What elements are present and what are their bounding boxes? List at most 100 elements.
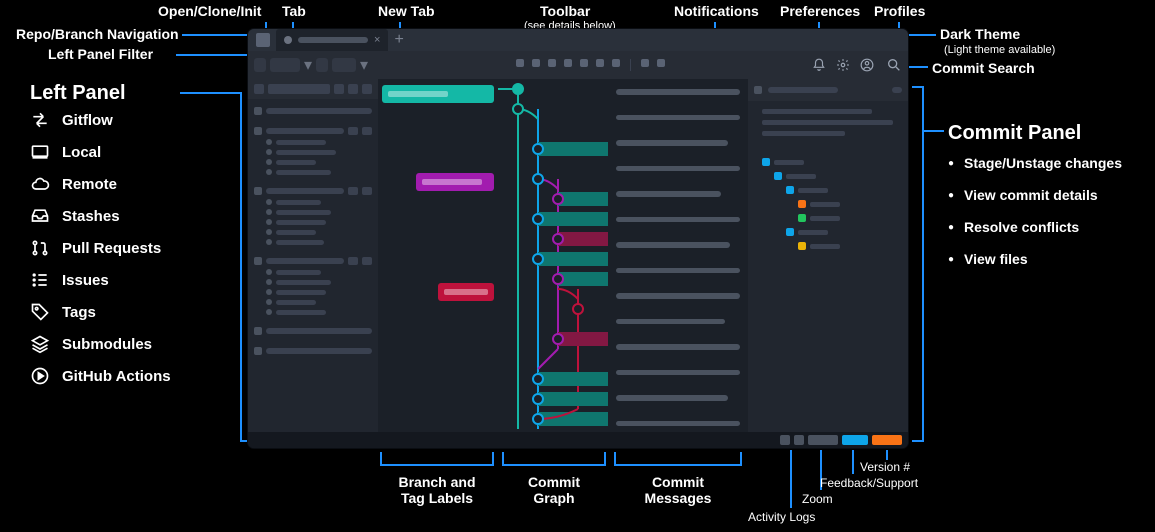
activity-log-button[interactable]	[780, 435, 790, 445]
commit-message-row[interactable]	[616, 89, 740, 95]
toolbar-button[interactable]	[657, 59, 665, 67]
branch-label[interactable]	[382, 85, 494, 103]
commit-graph-column	[498, 79, 608, 432]
commit-panel	[748, 79, 908, 432]
commit-message-row[interactable]	[616, 242, 730, 248]
feedback-button[interactable]	[842, 435, 868, 445]
commit-message-row[interactable]	[616, 293, 740, 299]
lp-section-head[interactable]	[254, 257, 372, 265]
commit-messages-column	[608, 79, 748, 432]
lp-section-head[interactable]	[254, 127, 372, 135]
commit-graph-svg	[498, 79, 608, 439]
version-badge[interactable]	[872, 435, 902, 445]
lp-item[interactable]	[266, 239, 372, 245]
legend-label: Pull Requests	[62, 240, 161, 257]
commit-message-row[interactable]	[616, 395, 728, 401]
gear-icon[interactable]	[836, 58, 850, 72]
bracket-commit-graph	[502, 452, 606, 466]
lp-section-head[interactable]	[254, 327, 372, 335]
commit-message-row[interactable]	[616, 344, 740, 350]
zoom-control[interactable]	[808, 435, 838, 445]
cp-item: Stage/Unstage changes	[948, 155, 1122, 171]
lp-item[interactable]	[266, 159, 372, 165]
branch-label[interactable]	[416, 173, 494, 191]
toolbar-button[interactable]	[548, 59, 556, 67]
leader	[924, 130, 944, 132]
file-tree-row[interactable]	[798, 214, 900, 222]
left-panel-filter[interactable]	[248, 79, 378, 99]
play-circle-icon	[30, 366, 50, 386]
commit-message-row[interactable]	[616, 319, 725, 325]
ann-commit-panel-heading: Commit Panel	[948, 122, 1081, 145]
toolbar-button[interactable]	[564, 59, 572, 67]
commit-message-row[interactable]	[616, 191, 721, 197]
bell-icon[interactable]	[812, 58, 826, 72]
commit-message-row[interactable]	[616, 115, 740, 121]
lp-item[interactable]	[266, 169, 372, 175]
activity-log-button[interactable]	[794, 435, 804, 445]
lp-section-head[interactable]	[254, 107, 372, 115]
lp-item[interactable]	[266, 199, 372, 205]
lp-item[interactable]	[266, 139, 372, 145]
file-tree-row[interactable]	[798, 200, 900, 208]
ann-zoom: Zoom	[802, 492, 833, 506]
commit-message-row[interactable]	[616, 217, 740, 223]
commit-message-row[interactable]	[616, 166, 740, 172]
lp-item[interactable]	[266, 149, 372, 155]
repo-tab[interactable]: ×	[276, 29, 388, 51]
ann-activity-logs: Activity Logs	[748, 510, 815, 524]
left-panel-legend: Gitflow Local Remote Stashes Pull Reques…	[30, 110, 171, 386]
toolbar-button[interactable]	[532, 59, 540, 67]
file-tree-row[interactable]	[786, 186, 900, 194]
user-icon[interactable]	[860, 58, 874, 72]
commit-message-row[interactable]	[616, 268, 740, 274]
lp-section-head[interactable]	[254, 187, 372, 195]
toolbar-button[interactable]	[612, 59, 620, 67]
layers-icon	[30, 334, 50, 354]
bracket-branch-labels	[380, 452, 494, 466]
toolbar-separator	[630, 59, 631, 71]
commit-message-row[interactable]	[616, 370, 740, 376]
lp-item[interactable]	[266, 229, 372, 235]
ann-tab: Tab	[282, 3, 306, 19]
computer-icon	[30, 142, 50, 162]
legend-label: Tags	[62, 304, 96, 321]
lp-item[interactable]	[266, 309, 372, 315]
ann-profiles: Profiles	[874, 3, 925, 19]
branch-tag-column	[378, 79, 498, 432]
leader	[176, 54, 252, 56]
legend-label: Gitflow	[62, 112, 113, 129]
lp-section-head[interactable]	[254, 347, 372, 355]
lp-item[interactable]	[266, 299, 372, 305]
toolbar-button[interactable]	[596, 59, 604, 67]
file-tree-row[interactable]	[774, 172, 900, 180]
lp-item[interactable]	[266, 279, 372, 285]
commit-message-row[interactable]	[616, 140, 728, 146]
toolbar-button[interactable]	[516, 59, 524, 67]
commit-summary-line	[762, 109, 872, 114]
branch-label[interactable]	[438, 283, 494, 301]
file-tree-row[interactable]	[762, 158, 900, 166]
commit-summary-line	[762, 131, 845, 136]
toolbar-button[interactable]	[641, 59, 649, 67]
legend-issues: Issues	[30, 270, 171, 290]
lp-item[interactable]	[266, 269, 372, 275]
repo-status-dot	[284, 36, 292, 44]
legend-label: Stashes	[62, 208, 120, 225]
repo-branch-nav[interactable]: ▾ ▾	[254, 55, 368, 75]
commit-message-row[interactable]	[616, 421, 740, 427]
new-tab-button[interactable]: +	[394, 33, 403, 47]
gitflow-icon	[30, 110, 50, 130]
file-tree-row[interactable]	[786, 228, 900, 236]
toolbar-button[interactable]	[580, 59, 588, 67]
ann-toolbar: Toolbar	[540, 3, 590, 19]
file-tree-row[interactable]	[798, 242, 900, 250]
lp-item[interactable]	[266, 209, 372, 215]
legend-pull-requests: Pull Requests	[30, 238, 171, 258]
lp-item[interactable]	[266, 289, 372, 295]
lp-item[interactable]	[266, 219, 372, 225]
legend-label: Submodules	[62, 336, 152, 353]
open-repo-button[interactable]	[256, 33, 270, 47]
search-icon[interactable]	[886, 57, 902, 73]
close-tab-icon[interactable]: ×	[374, 34, 380, 46]
